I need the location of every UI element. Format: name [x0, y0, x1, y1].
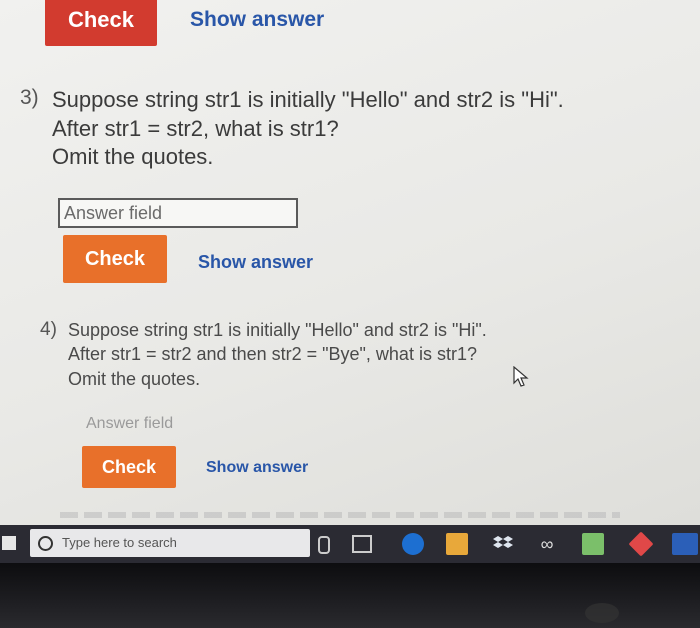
- show-answer-link-q4[interactable]: Show answer: [206, 459, 308, 477]
- search-circle-icon: [38, 536, 53, 551]
- question-3-number: 3): [20, 86, 39, 109]
- question-4-number: 4): [40, 319, 57, 340]
- dropbox-icon[interactable]: [492, 533, 514, 555]
- question-4-line-1: Suppose string str1 is initially "Hello"…: [68, 320, 487, 340]
- question-3-text: Suppose string str1 is initially "Hello"…: [52, 86, 564, 172]
- windows-start-icon[interactable]: [2, 536, 16, 550]
- show-answer-link-q2[interactable]: Show answer: [190, 8, 324, 32]
- question-3-line-1: Suppose string str1 is initially "Hello"…: [52, 87, 564, 112]
- answer-field-q4[interactable]: Answer field: [80, 411, 310, 437]
- folder-icon[interactable]: [582, 533, 604, 555]
- mouse-cursor-icon: [513, 366, 529, 387]
- show-answer-link-q3[interactable]: Show answer: [198, 252, 313, 273]
- task-view-icon[interactable]: [352, 535, 372, 553]
- store-icon[interactable]: [446, 533, 468, 555]
- question-4-text: Suppose string str1 is initially "Hello"…: [68, 318, 487, 391]
- answer-field-q3[interactable]: Answer field: [58, 198, 298, 228]
- screen: Check Show answer 3) Suppose string str1…: [0, 0, 700, 525]
- infinity-icon[interactable]: ∞: [536, 533, 558, 555]
- search-placeholder: Type here to search: [62, 535, 177, 550]
- word-icon[interactable]: [672, 533, 698, 555]
- question-3-line-2: After str1 = str2, what is str1?: [52, 115, 339, 141]
- question-4-line-3: Omit the quotes.: [68, 368, 201, 389]
- microphone-icon[interactable]: [318, 536, 330, 554]
- question-3-line-3: Omit the quotes.: [52, 144, 214, 170]
- check-button-q4[interactable]: Check: [82, 446, 176, 488]
- laptop-bezel: [0, 563, 700, 628]
- search-box[interactable]: Type here to search: [30, 529, 310, 557]
- next-question-fragment: [60, 512, 620, 518]
- check-button-q2[interactable]: Check: [45, 0, 157, 46]
- edge-icon[interactable]: [402, 533, 424, 555]
- question-4-line-2: After str1 = str2 and then str2 = "Bye",…: [68, 344, 477, 365]
- check-button-q3[interactable]: Check: [63, 235, 167, 283]
- laptop-logo: [585, 603, 619, 623]
